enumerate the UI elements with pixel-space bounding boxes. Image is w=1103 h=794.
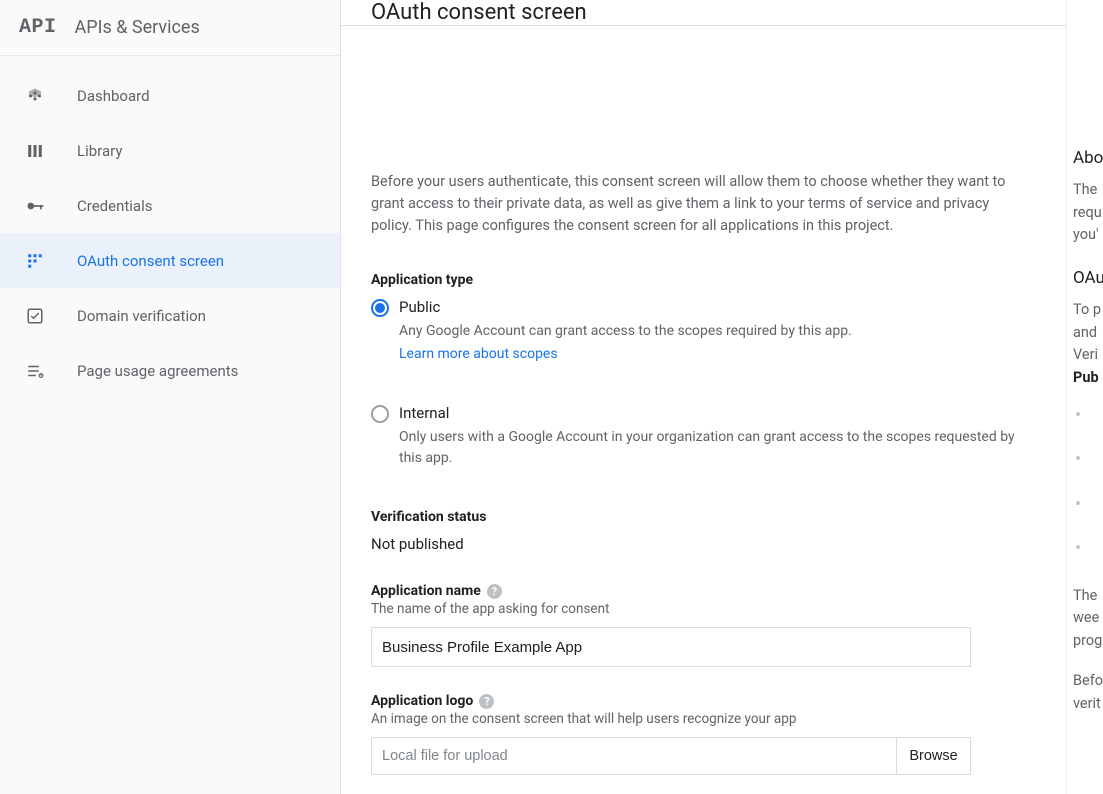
app-type-label: Application type — [371, 272, 1031, 288]
sidebar-item-credentials[interactable]: Credentials — [0, 178, 340, 233]
check-icon — [23, 304, 47, 328]
app-logo-label: Application logo — [371, 693, 473, 709]
info-text: The wee prog — [1073, 585, 1103, 652]
sidebar: API APIs & Services Dashboard Library — [0, 0, 341, 794]
nav-label: Credentials — [77, 197, 152, 215]
api-logo-icon: API — [19, 16, 57, 39]
key-icon — [23, 194, 47, 218]
main: OAuth consent screen Before your users a… — [341, 0, 1103, 794]
info-panel: Abo The requ you' OAu To p and Veri Pub … — [1067, 0, 1103, 794]
radio-option-public[interactable]: Public Any Google Account can grant acce… — [371, 298, 1031, 384]
agreement-icon — [23, 359, 47, 383]
nav-label: Library — [77, 142, 122, 160]
verification-status-label: Verification status — [371, 509, 1031, 525]
nav-label: Dashboard — [77, 87, 150, 105]
sidebar-item-page-usage-agreements[interactable]: Page usage agreements — [0, 343, 340, 398]
consent-icon — [23, 249, 47, 273]
info-bullet — [1073, 451, 1103, 473]
app-logo-field: Application logo ? An image on the conse… — [371, 693, 1031, 775]
library-icon — [23, 139, 47, 163]
sidebar-header: API APIs & Services — [0, 0, 340, 56]
nav-label: OAuth consent screen — [77, 252, 224, 270]
help-icon[interactable]: ? — [487, 584, 502, 599]
info-bullet — [1073, 540, 1103, 562]
verification-status-block: Verification status Not published — [371, 509, 1031, 553]
info-text: Befo verit — [1073, 670, 1103, 715]
app-name-help: The name of the app asking for consent — [371, 601, 1031, 617]
sidebar-item-library[interactable]: Library — [0, 123, 340, 178]
sidebar-item-dashboard[interactable]: Dashboard — [0, 68, 340, 123]
app-logo-help: An image on the consent screen that will… — [371, 711, 1031, 727]
content: OAuth consent screen Before your users a… — [341, 0, 1067, 794]
form-area: Before your users authenticate, this con… — [341, 26, 1061, 794]
sidebar-item-oauth-consent[interactable]: OAuth consent screen — [0, 233, 340, 288]
browse-button[interactable]: Browse — [896, 738, 970, 774]
intro-text: Before your users authenticate, this con… — [371, 171, 1031, 236]
logo-file-input[interactable] — [372, 738, 896, 774]
file-upload-row: Browse — [371, 737, 971, 775]
info-text: To p and Veri Pub — [1073, 299, 1103, 389]
sidebar-title: APIs & Services — [75, 17, 200, 38]
learn-more-scopes-link[interactable]: Learn more about scopes — [399, 346, 558, 362]
radio-internal-title: Internal — [399, 404, 449, 422]
app-name-field: Application name ? The name of the app a… — [371, 583, 1031, 667]
info-heading-about: Abo — [1073, 145, 1103, 171]
sidebar-item-domain-verification[interactable]: Domain verification — [0, 288, 340, 343]
page-header: OAuth consent screen — [341, 0, 1066, 26]
radio-internal-desc: Only users with a Google Account in your… — [399, 427, 1031, 469]
info-bullet-list — [1073, 407, 1103, 563]
radio-internal[interactable] — [371, 405, 389, 423]
app-name-input[interactable] — [371, 627, 971, 667]
info-bullet — [1073, 407, 1103, 429]
radio-option-internal[interactable]: Internal Only users with a Google Accoun… — [371, 404, 1031, 469]
nav-label: Page usage agreements — [77, 362, 238, 380]
info-text: The requ you' — [1073, 179, 1103, 246]
dashboard-icon — [23, 84, 47, 108]
info-heading-oauth: OAu — [1073, 265, 1103, 291]
radio-public-title: Public — [399, 298, 440, 316]
nav-label: Domain verification — [77, 307, 206, 325]
radio-public-desc: Any Google Account can grant access to t… — [399, 321, 1031, 342]
sidebar-nav: Dashboard Library Credentials OAuth cons… — [0, 56, 340, 398]
info-bullet — [1073, 496, 1103, 518]
help-icon[interactable]: ? — [479, 694, 494, 709]
verification-status-value: Not published — [371, 535, 1031, 553]
page-title: OAuth consent screen — [371, 0, 587, 25]
app-name-label: Application name — [371, 583, 481, 599]
radio-public[interactable] — [371, 299, 389, 317]
